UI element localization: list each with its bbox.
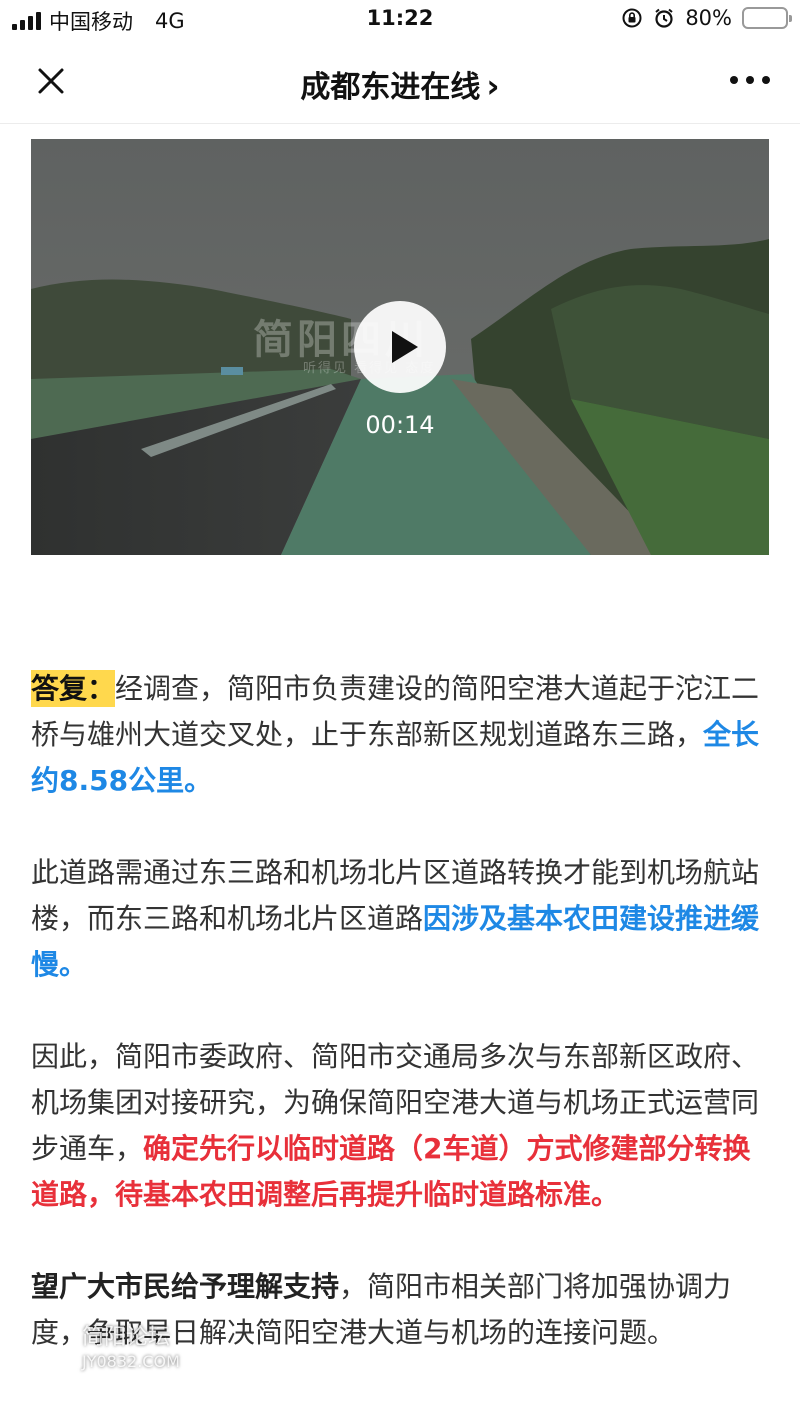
paragraph-text: 经调查，简阳市负责建设的简阳空港大道起于沱江二桥与雄州大道交叉处，止于东部新区规… xyxy=(31,672,760,751)
site-watermark-name: 简阳论坛 xyxy=(82,1325,171,1350)
rotation-lock-icon xyxy=(622,8,642,28)
battery-percent: 80% xyxy=(685,6,732,30)
article-body: 答复：经调查，简阳市负责建设的简阳空港大道起于沱江二桥与雄州大道交叉处，止于东部… xyxy=(31,666,769,1402)
video-player[interactable]: 简阳四川 听得见 看得见 态度 00:14 xyxy=(31,139,769,555)
status-right: 80% xyxy=(621,6,792,30)
battery-icon xyxy=(742,7,792,29)
paragraph-decision: 因此，简阳市委政府、简阳市交通局多次与东部新区政府、机场集团对接研究，为确保简阳… xyxy=(31,1034,769,1218)
alarm-icon xyxy=(655,8,673,28)
nav-title: 成都东进在线 xyxy=(300,70,481,105)
site-watermark-url: JY0832.COM xyxy=(82,1352,180,1371)
reply-label: 答复： xyxy=(31,670,116,707)
nav-title-link[interactable]: 成都东进在线 › xyxy=(0,62,800,106)
paragraph-route: 此道路需通过东三路和机场北片区道路转换才能到机场航站楼，而东三路和机场北片区道路… xyxy=(31,850,769,988)
highlight-bold: 望广大市民给予理解支持 xyxy=(31,1270,340,1303)
chevron-right-icon: › xyxy=(486,67,500,105)
paragraph-reply: 答复：经调查，简阳市负责建设的简阳空港大道起于沱江二桥与雄州大道交叉处，止于东部… xyxy=(31,666,769,804)
status-bar: 中国移动 4G 11:22 80% xyxy=(0,0,800,40)
site-watermark: 简阳论坛 JY0832.COM xyxy=(82,1326,180,1374)
more-icon[interactable] xyxy=(730,76,770,84)
nav-bar: 成都东进在线 › xyxy=(0,40,800,124)
video-duration: 00:14 xyxy=(365,411,435,439)
play-button[interactable] xyxy=(354,301,446,393)
